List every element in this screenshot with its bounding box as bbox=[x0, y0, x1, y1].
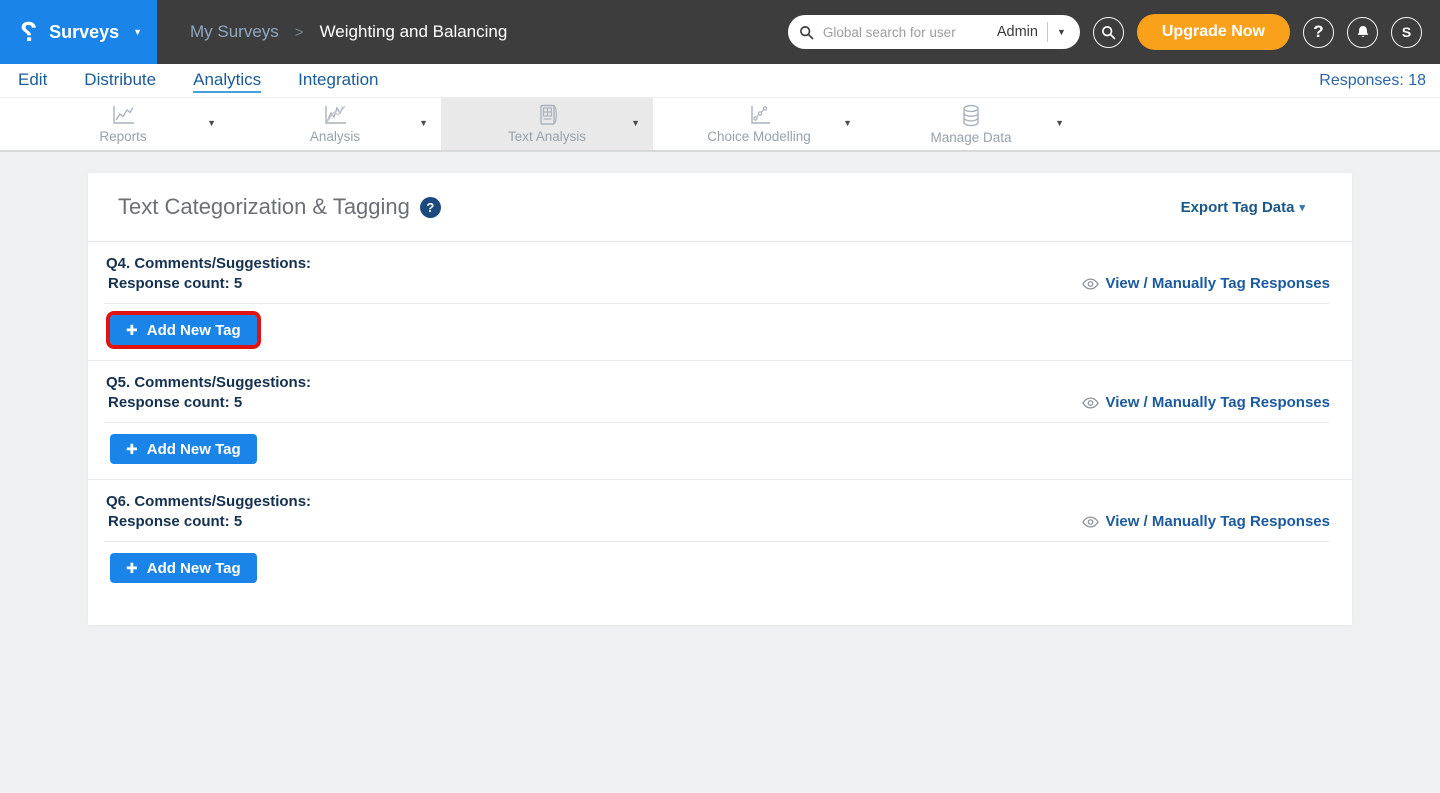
eye-icon bbox=[1082, 516, 1099, 528]
help-button[interactable]: ? bbox=[1303, 17, 1334, 48]
divider bbox=[104, 303, 1329, 304]
add-tag-label: Add New Tag bbox=[147, 322, 241, 339]
chevron-down-icon: ▼ bbox=[133, 27, 142, 37]
avatar-initial: S bbox=[1402, 24, 1411, 40]
breadcrumb-separator-icon: > bbox=[295, 24, 304, 41]
view-link-label: View / Manually Tag Responses bbox=[1105, 275, 1330, 292]
global-search-input[interactable] bbox=[821, 24, 995, 41]
responses-count: Responses: 18 bbox=[1319, 72, 1440, 90]
response-count-prefix: Response count: bbox=[108, 275, 230, 292]
view-link-label: View / Manually Tag Responses bbox=[1105, 513, 1330, 530]
plus-icon: ✚ bbox=[126, 441, 138, 458]
question-section-q4: Q4. Comments/Suggestions: Response count… bbox=[88, 242, 1352, 361]
chevron-down-icon[interactable]: ▼ bbox=[843, 118, 852, 128]
question-section-q5: Q5. Comments/Suggestions: Response count… bbox=[88, 361, 1352, 480]
scatter-chart-icon bbox=[746, 104, 772, 127]
nav-item-integration[interactable]: Integration bbox=[298, 68, 378, 93]
chevron-down-icon[interactable]: ▼ bbox=[1055, 118, 1064, 128]
plus-icon: ✚ bbox=[126, 560, 138, 577]
add-new-tag-button-q5[interactable]: ✚ Add New Tag bbox=[110, 434, 257, 464]
surveys-app-switcher[interactable]: ? Surveys ▼ bbox=[0, 0, 157, 64]
breadcrumb-current-survey: Weighting and Balancing bbox=[320, 22, 508, 42]
tab-label: Text Analysis bbox=[508, 129, 586, 144]
chevron-down-icon[interactable]: ▼ bbox=[631, 118, 640, 128]
tab-text-analysis[interactable]: Text Analysis ▼ bbox=[441, 98, 653, 150]
tab-choice-modelling[interactable]: Choice Modelling ▼ bbox=[653, 98, 865, 150]
response-count-value: 5 bbox=[234, 513, 242, 530]
header-search-button[interactable] bbox=[1093, 17, 1124, 48]
plus-icon: ✚ bbox=[126, 322, 138, 339]
breadcrumb-my-surveys[interactable]: My Surveys bbox=[190, 22, 279, 42]
header-actions: Admin ▼ Upgrade Now ? S bbox=[788, 14, 1440, 50]
title-help-icon[interactable]: ? bbox=[420, 197, 441, 218]
nav-item-distribute[interactable]: Distribute bbox=[84, 68, 156, 93]
eye-icon bbox=[1082, 397, 1099, 409]
breadcrumb: My Surveys > Weighting and Balancing bbox=[190, 22, 507, 42]
tab-label: Choice Modelling bbox=[707, 129, 811, 144]
add-new-tag-button-q4[interactable]: ✚ Add New Tag bbox=[110, 315, 257, 345]
divider bbox=[104, 422, 1329, 423]
response-count: Response count: 5 bbox=[108, 394, 242, 411]
tab-reports[interactable]: Reports ▼ bbox=[17, 98, 229, 150]
proprofs-logo-icon: ? bbox=[20, 18, 37, 46]
tab-manage-data[interactable]: Manage Data ▼ bbox=[865, 98, 1077, 150]
product-label: Surveys bbox=[49, 22, 119, 43]
response-count-value: 5 bbox=[234, 394, 242, 411]
response-count: Response count: 5 bbox=[108, 275, 242, 292]
search-scope-selector[interactable]: Admin bbox=[995, 24, 1047, 40]
nav-item-analytics[interactable]: Analytics bbox=[193, 68, 261, 93]
response-count: Response count: 5 bbox=[108, 513, 242, 530]
global-search: Admin ▼ bbox=[788, 15, 1080, 49]
view-manually-tag-link[interactable]: View / Manually Tag Responses bbox=[1082, 275, 1330, 292]
text-tagging-card: Text Categorization & Tagging ? Export T… bbox=[88, 173, 1352, 625]
user-avatar[interactable]: S bbox=[1391, 17, 1422, 48]
page-title: Text Categorization & Tagging bbox=[118, 194, 410, 220]
chevron-down-icon: ▾ bbox=[1299, 201, 1305, 214]
survey-nav: Edit Distribute Analytics Integration Re… bbox=[0, 64, 1440, 98]
tab-label: Reports bbox=[99, 129, 146, 144]
notifications-button[interactable] bbox=[1347, 17, 1378, 48]
tab-label: Analysis bbox=[310, 129, 360, 144]
upgrade-now-button[interactable]: Upgrade Now bbox=[1137, 14, 1290, 50]
bell-icon bbox=[1355, 24, 1371, 40]
question-mark-icon: ? bbox=[1313, 22, 1323, 42]
tab-label: Manage Data bbox=[930, 130, 1011, 145]
add-new-tag-button-q6[interactable]: ✚ Add New Tag bbox=[110, 553, 257, 583]
export-label: Export Tag Data bbox=[1181, 199, 1295, 216]
chevron-down-icon[interactable]: ▼ bbox=[419, 118, 428, 128]
response-count-prefix: Response count: bbox=[108, 394, 230, 411]
question-title: Q4. Comments/Suggestions: bbox=[88, 242, 1352, 272]
line-chart-icon bbox=[110, 104, 136, 127]
chevron-down-icon[interactable]: ▼ bbox=[207, 118, 216, 128]
view-manually-tag-link[interactable]: View / Manually Tag Responses bbox=[1082, 513, 1330, 530]
top-header: ? Surveys ▼ My Surveys > Weighting and B… bbox=[0, 0, 1440, 64]
divider bbox=[104, 541, 1329, 542]
eye-icon bbox=[1082, 278, 1099, 290]
analytics-tabbar: Reports ▼ Analysis ▼ Text Analysis ▼ bbox=[0, 98, 1440, 152]
response-count-prefix: Response count: bbox=[108, 513, 230, 530]
response-count-value: 5 bbox=[234, 275, 242, 292]
search-icon bbox=[799, 25, 814, 40]
tab-analysis[interactable]: Analysis ▼ bbox=[229, 98, 441, 150]
trend-chart-icon bbox=[322, 104, 348, 127]
search-scope-caret-icon[interactable]: ▼ bbox=[1048, 27, 1071, 37]
document-grid-icon bbox=[534, 104, 560, 127]
view-link-label: View / Manually Tag Responses bbox=[1105, 394, 1330, 411]
search-icon bbox=[1101, 25, 1116, 40]
question-title: Q5. Comments/Suggestions: bbox=[88, 361, 1352, 391]
add-tag-label: Add New Tag bbox=[147, 560, 241, 577]
question-title: Q6. Comments/Suggestions: bbox=[88, 480, 1352, 510]
question-section-q6: Q6. Comments/Suggestions: Response count… bbox=[88, 480, 1352, 599]
add-tag-label: Add New Tag bbox=[147, 441, 241, 458]
view-manually-tag-link[interactable]: View / Manually Tag Responses bbox=[1082, 394, 1330, 411]
export-tag-data-dropdown[interactable]: Export Tag Data ▾ bbox=[1181, 199, 1305, 216]
card-header: Text Categorization & Tagging ? Export T… bbox=[88, 173, 1352, 242]
nav-item-edit[interactable]: Edit bbox=[18, 68, 47, 93]
database-icon bbox=[958, 104, 984, 128]
